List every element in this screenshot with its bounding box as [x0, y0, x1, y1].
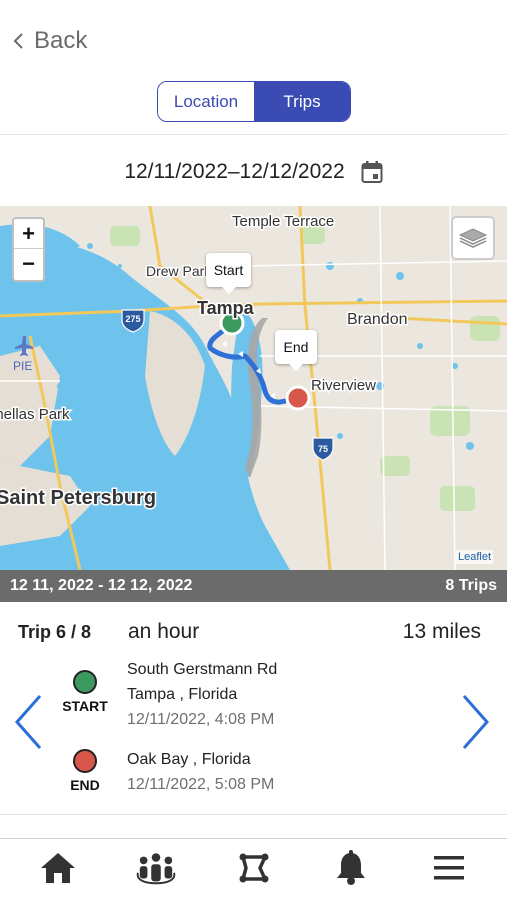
place-label: Pinellas Park — [0, 406, 70, 423]
zoom-control: + − — [12, 217, 45, 282]
date-range-text: 12/11/2022–12/12/2022 — [124, 160, 345, 183]
start-address: South Gerstmann Rd Tampa , Florida 12/11… — [127, 657, 277, 732]
layers-button[interactable] — [451, 216, 495, 260]
tab-trips[interactable]: Trips — [254, 82, 350, 121]
start-tooltip: Start — [206, 253, 251, 294]
tab-location[interactable]: Location — [158, 82, 254, 121]
divider — [0, 134, 507, 135]
chevron-left-icon — [12, 26, 34, 56]
view-toggle: Location Trips — [157, 81, 351, 122]
place-label: Tampa — [197, 298, 255, 318]
chevron-right-icon — [462, 695, 490, 749]
back-button[interactable]: Back — [12, 26, 87, 56]
previous-trip-button[interactable] — [10, 692, 46, 752]
date-range-picker[interactable]: 12/11/2022–12/12/2022 — [0, 153, 507, 191]
place-label: Brandon — [347, 311, 408, 328]
place-label: Saint Petersburg — [0, 487, 156, 509]
place-label: Drew Park — [146, 263, 212, 279]
zoom-out-button[interactable]: − — [14, 249, 43, 279]
pie-label: PIE — [13, 359, 32, 373]
divider — [0, 838, 507, 839]
zoom-in-button[interactable]: + — [14, 219, 43, 249]
start-label: START — [62, 698, 108, 714]
start-dot-icon — [73, 670, 97, 694]
calendar-icon[interactable] — [361, 160, 383, 184]
end-dot-icon — [73, 749, 97, 773]
end-address-line1: Oak Bay , Florida — [127, 751, 251, 768]
map-tiles: 275 75 PIE Temple Terrace Drew Park Tamp… — [0, 206, 507, 570]
summary-count: 8 Trips — [445, 577, 497, 594]
bell-icon[interactable] — [331, 848, 371, 888]
trip-map[interactable]: 275 75 PIE Temple Terrace Drew Park Tamp… — [0, 206, 507, 570]
chevron-left-icon — [14, 695, 42, 749]
place-label: Riverview — [311, 377, 376, 394]
end-marker: END — [50, 749, 120, 793]
trip-summary-bar: 12 11, 2022 - 12 12, 2022 8 Trips — [0, 570, 507, 602]
shield-75-label: 75 — [318, 444, 328, 454]
start-address-line1: South Gerstmann Rd — [127, 661, 278, 678]
layers-icon — [458, 228, 488, 248]
next-trip-button[interactable] — [458, 692, 494, 752]
end-time: 12/11/2022, 5:08 PM — [127, 776, 275, 793]
end-tooltip: End — [275, 330, 317, 371]
bottom-tab-bar — [0, 842, 507, 892]
divider — [0, 814, 507, 815]
trip-distance: 13 miles — [402, 620, 481, 643]
trip-index: Trip 6 / 8 — [18, 622, 92, 642]
back-label: Back — [34, 27, 88, 54]
start-time: 12/11/2022, 4:08 PM — [127, 711, 275, 728]
home-icon[interactable] — [38, 848, 78, 888]
geofence-icon[interactable] — [234, 848, 274, 888]
start-address-line2: Tampa , Florida — [127, 686, 238, 703]
summary-range: 12 11, 2022 - 12 12, 2022 — [10, 577, 193, 594]
map-attribution-link[interactable]: Leaflet — [456, 550, 494, 564]
start-marker: START — [50, 670, 120, 714]
trip-header: Trip 6 / 8 an hour 13 miles — [18, 620, 488, 646]
menu-icon[interactable] — [429, 848, 469, 888]
trip-duration: an hour — [128, 620, 200, 643]
end-address: Oak Bay , Florida 12/11/2022, 5:08 PM — [127, 747, 274, 797]
family-icon[interactable] — [136, 848, 176, 888]
place-label: Temple Terrace — [232, 213, 334, 230]
shield-275-label: 275 — [125, 314, 140, 324]
end-label: END — [70, 777, 100, 793]
